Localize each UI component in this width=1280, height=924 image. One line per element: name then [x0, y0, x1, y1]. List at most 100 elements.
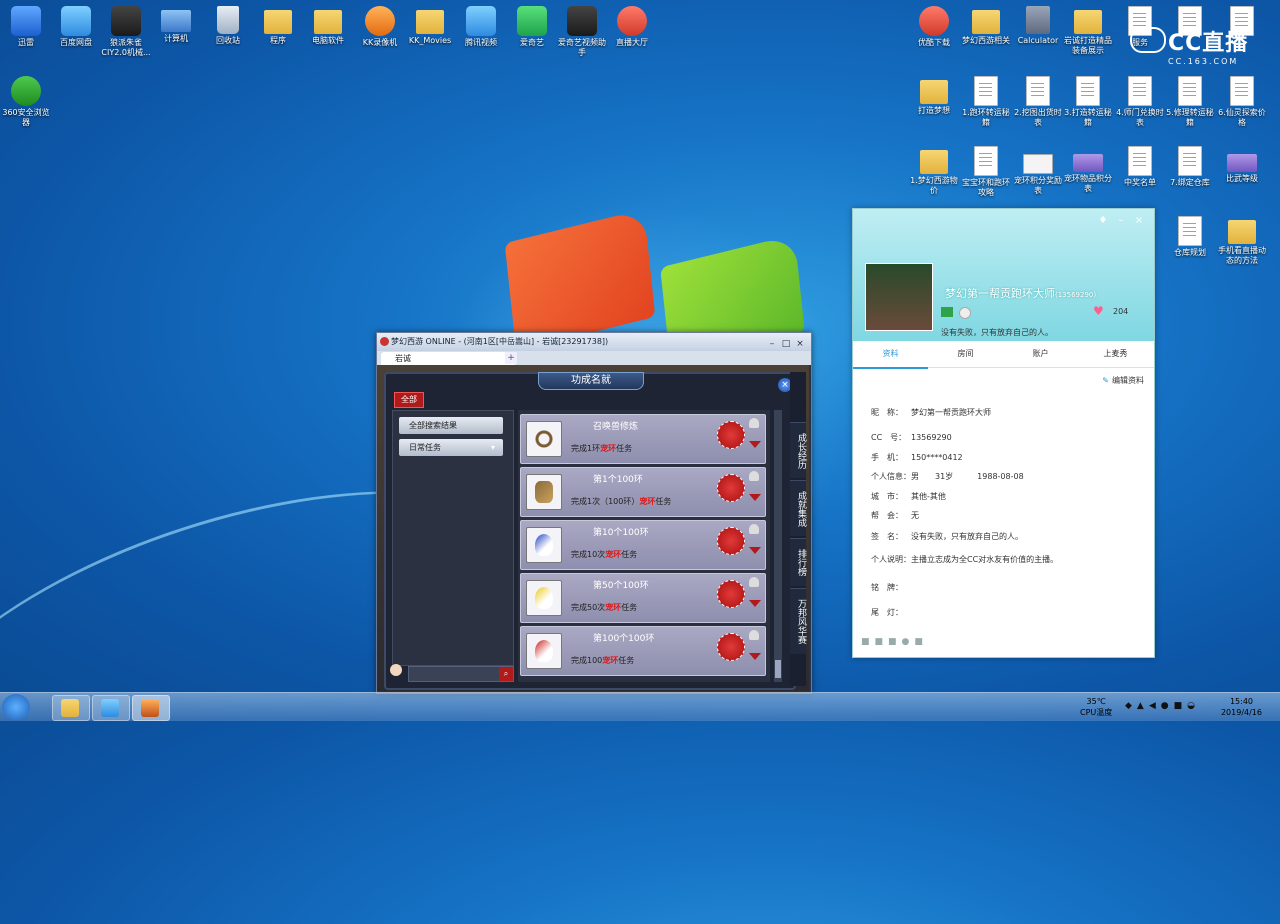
desktop-icon-pet-points-reward[interactable]: 宠环积分奖励表 [1012, 146, 1064, 196]
desktop-icon-pc-software[interactable]: 电脑软件 [302, 6, 354, 46]
tab-profile[interactable]: 资料 [853, 341, 928, 369]
achievement-panel: 功成名就 × 全部 全部搜索结果 日常任务 ▾ ⌕ 召唤兽修炼 完成1环宠环任务 … [384, 372, 796, 690]
desktop-icon-360-browser[interactable]: 360安全浏览器 [0, 76, 52, 128]
tencent-video-icon [466, 6, 496, 36]
close-icon[interactable]: × [1130, 215, 1148, 226]
expand-arrow-icon[interactable] [749, 547, 761, 554]
minimize-icon[interactable]: – [1112, 215, 1130, 226]
desktop-icon-bind-storage[interactable]: 7.绑定仓库 [1164, 146, 1216, 188]
desktop-icon-kk-recorder[interactable]: KK录像机 [354, 6, 406, 48]
bell-icon[interactable] [749, 524, 759, 534]
desktop-icon-programs[interactable]: 程序 [252, 6, 304, 46]
cpu-temperature[interactable]: 35℃ CPU温度 [1080, 696, 1112, 718]
desktop-icon-live-hall[interactable]: 直播大厅 [606, 6, 658, 48]
desktop-icon-build-guide[interactable]: 3.打造转运秘籍 [1062, 76, 1114, 128]
new-tab-icon[interactable]: + [505, 352, 517, 364]
scroll-thumb[interactable] [775, 660, 781, 678]
wifi-icon[interactable]: ◒ [1187, 701, 1195, 711]
category-all-results[interactable]: 全部搜索结果 [399, 417, 503, 434]
expand-arrow-icon[interactable] [749, 441, 761, 448]
bell-icon[interactable] [749, 418, 759, 428]
list-item[interactable]: 第1个100环 完成1次（100环）宠环任务 [520, 467, 766, 517]
security-icon[interactable]: ● [1161, 701, 1169, 711]
tab-mic-show[interactable]: 上麦秀 [1078, 341, 1153, 367]
tab-achievement-collection[interactable]: 成就集成 [790, 480, 806, 536]
desktop-icon-mobile-live-guide[interactable]: 手机看直播动态的方法 [1216, 216, 1268, 266]
desktop-icon-youku-download[interactable]: 优酷下载 [908, 6, 960, 48]
desktop-icon-baidu-netdisk[interactable]: 百度网盘 [50, 6, 102, 48]
desktop-icon-keyboard-driver[interactable]: 狼派朱雀 CIY2.0机械... [100, 6, 152, 58]
desktop-icon-pet-points-items[interactable]: 宠环物品积分表 [1062, 146, 1114, 194]
shield-icon[interactable]: ◆ [1125, 701, 1132, 711]
gift-icon[interactable]: ■ [861, 637, 870, 647]
desktop-icon-build-dream[interactable]: 打造梦想 [908, 76, 960, 116]
desktop-icon-xunlei[interactable]: 迅雷 [0, 6, 52, 48]
desktop-icon-pet-ring-guide[interactable]: 宝宝环和跑环攻略 [960, 146, 1012, 198]
search-input[interactable]: ⌕ [408, 666, 514, 682]
desktop-icon-iqiyi-helper[interactable]: 爱奇艺视频助手 [556, 6, 608, 58]
expand-arrow-icon[interactable] [749, 600, 761, 607]
desktop-icon-winners[interactable]: 中奖名单 [1114, 146, 1166, 188]
avatar[interactable] [865, 263, 933, 331]
tab-leaderboard[interactable]: 排行榜 [790, 538, 806, 586]
game-titlebar[interactable]: 梦幻西游 ONLINE - (河南1区[中岳嵩山] - 岩诚[23291738]… [377, 333, 811, 351]
filter-all-tag[interactable]: 全部 [394, 392, 424, 408]
expand-arrow-icon[interactable] [749, 653, 761, 660]
youku-icon [919, 6, 949, 36]
shirt-icon[interactable]: ♦ [1094, 215, 1112, 226]
tab-growth[interactable]: 成长经历 [790, 422, 806, 478]
list-item[interactable]: 第10个100环 完成10次宠环任务 [520, 520, 766, 570]
desktop-icon-calculator[interactable]: Calculator [1012, 6, 1064, 46]
badge-icon[interactable]: ■ [875, 637, 884, 647]
desktop-icon-tencent-video[interactable]: 腾讯视频 [455, 6, 507, 48]
taskbar-explorer[interactable] [52, 695, 90, 721]
desktop-icon-fairy-price[interactable]: 6.仙灵探索价格 [1216, 76, 1268, 128]
desktop-icon-kk-movies[interactable]: KK_Movies [404, 6, 456, 46]
monitor-icon[interactable]: ■ [1174, 701, 1183, 711]
desktop-icon-computer[interactable]: 计算机 [150, 6, 202, 44]
info-phone: 手 机： 150****0412 [871, 453, 963, 462]
desktop-icon-iqiyi[interactable]: 爱奇艺 [506, 6, 558, 48]
chat-bubble-icon[interactable] [390, 664, 402, 676]
bell-icon[interactable] [749, 577, 759, 587]
desktop-icon-ring-guide[interactable]: 1.跑环转运秘籍 [960, 76, 1012, 128]
tab-account[interactable]: 账户 [1003, 341, 1078, 367]
bell-icon[interactable] [749, 630, 759, 640]
edit-profile-button[interactable]: ✎ 编辑资料 [1102, 375, 1144, 386]
camera-icon[interactable]: ■ [914, 637, 923, 647]
chat-icon[interactable]: ● [902, 637, 910, 647]
people-icon[interactable]: ■ [888, 637, 897, 647]
volume-icon[interactable]: ◀ [1149, 701, 1156, 711]
search-icon[interactable]: ⌕ [499, 667, 513, 681]
list-item[interactable]: 召唤兽修炼 完成1环宠环任务 [520, 414, 766, 464]
likes-count: 204 [1113, 307, 1129, 316]
category-daily-tasks[interactable]: 日常任务 ▾ [399, 439, 503, 456]
taskbar-cc-live[interactable] [92, 695, 130, 721]
list-scrollbar[interactable] [774, 410, 782, 682]
tab-room[interactable]: 房间 [928, 341, 1003, 367]
info-nickname: 昵 称： 梦幻第一帮贡跑环大师 [871, 408, 991, 417]
heart-icon[interactable]: ♥ [1093, 305, 1105, 317]
start-button[interactable] [2, 694, 30, 720]
desktop-icon-storage-plan[interactable]: 仓库规划 [1164, 216, 1216, 258]
pencil-icon: ✎ [1102, 376, 1109, 385]
desktop-icon-mhxy-price[interactable]: 1.梦幻西游物价 [908, 146, 960, 196]
list-item[interactable]: 第50个100环 完成50次宠环任务 [520, 573, 766, 623]
bell-icon[interactable] [749, 471, 759, 481]
desktop-icon-dig-map-time[interactable]: 2.挖图出货时表 [1012, 76, 1064, 128]
cc-live-icon [101, 699, 119, 717]
desktop-icon-master-exchange[interactable]: 4.师门兑换时表 [1114, 76, 1166, 128]
clock[interactable]: 15:40 2019/4/16 [1221, 696, 1262, 718]
network-icon[interactable]: ▲ [1137, 701, 1144, 711]
expand-arrow-icon[interactable] [749, 494, 761, 501]
desktop-icon-repair-guide[interactable]: 5.修理转运秘籍 [1164, 76, 1216, 128]
desktop-icon-mhxy-related[interactable]: 梦幻西游相关 [960, 6, 1012, 46]
tab-tournament[interactable]: 万邦风华赛 [790, 588, 806, 654]
list-item[interactable]: 第100个100环 完成100宠环任务 [520, 626, 766, 676]
game-tab[interactable]: 岩诚 × [381, 352, 515, 365]
desktop-icon-pvp-level[interactable]: 比武等级 [1216, 146, 1268, 184]
desktop-icon-recycle-bin[interactable]: 回收站 [202, 6, 254, 46]
desktop-icon-equipment-showcase[interactable]: 岩诚打造精品装备展示 [1062, 6, 1114, 56]
keyboard-icon [111, 6, 141, 36]
taskbar-game[interactable] [132, 695, 170, 721]
